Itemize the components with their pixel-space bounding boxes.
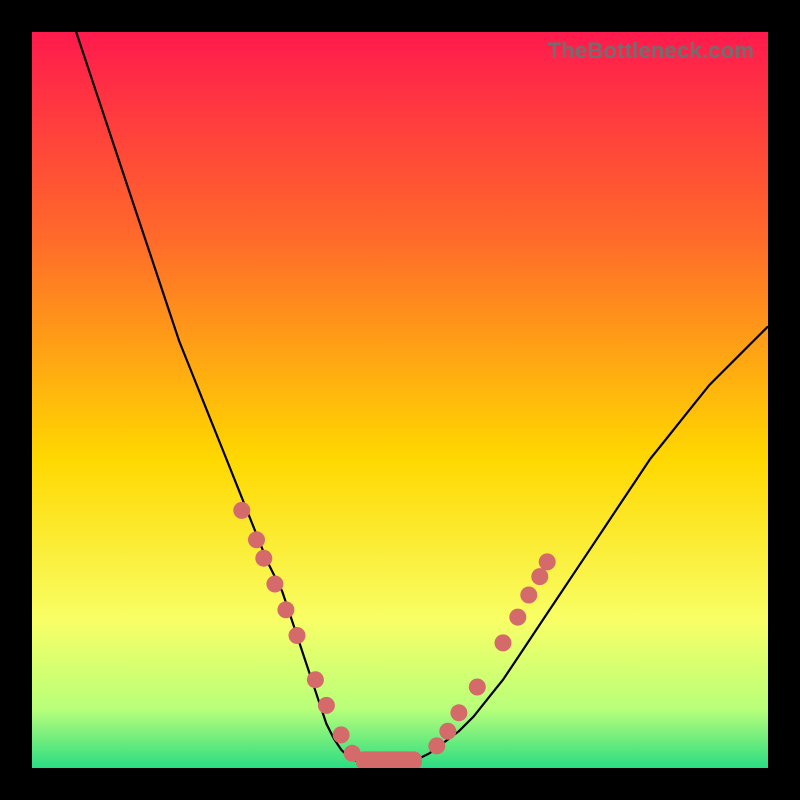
plot-area: TheBottleneck.com — [32, 32, 768, 768]
data-dot — [318, 697, 335, 714]
data-dot — [248, 531, 265, 548]
data-dot — [428, 737, 445, 754]
data-dot — [531, 568, 548, 585]
data-dot — [266, 576, 283, 593]
floor-bar — [356, 751, 422, 768]
bottleneck-curve — [32, 32, 768, 768]
data-dot — [333, 726, 350, 743]
data-dot — [509, 609, 526, 626]
data-dot — [469, 679, 486, 696]
data-dot — [539, 553, 556, 570]
data-dot — [439, 723, 456, 740]
watermark-text: TheBottleneck.com — [548, 38, 754, 64]
data-dot — [520, 587, 537, 604]
data-dot — [450, 704, 467, 721]
data-dot — [277, 601, 294, 618]
data-dot — [255, 550, 272, 567]
data-dot — [289, 627, 306, 644]
data-dot — [307, 671, 324, 688]
data-dot — [495, 634, 512, 651]
chart-frame: TheBottleneck.com — [0, 0, 800, 800]
data-dot — [233, 502, 250, 519]
